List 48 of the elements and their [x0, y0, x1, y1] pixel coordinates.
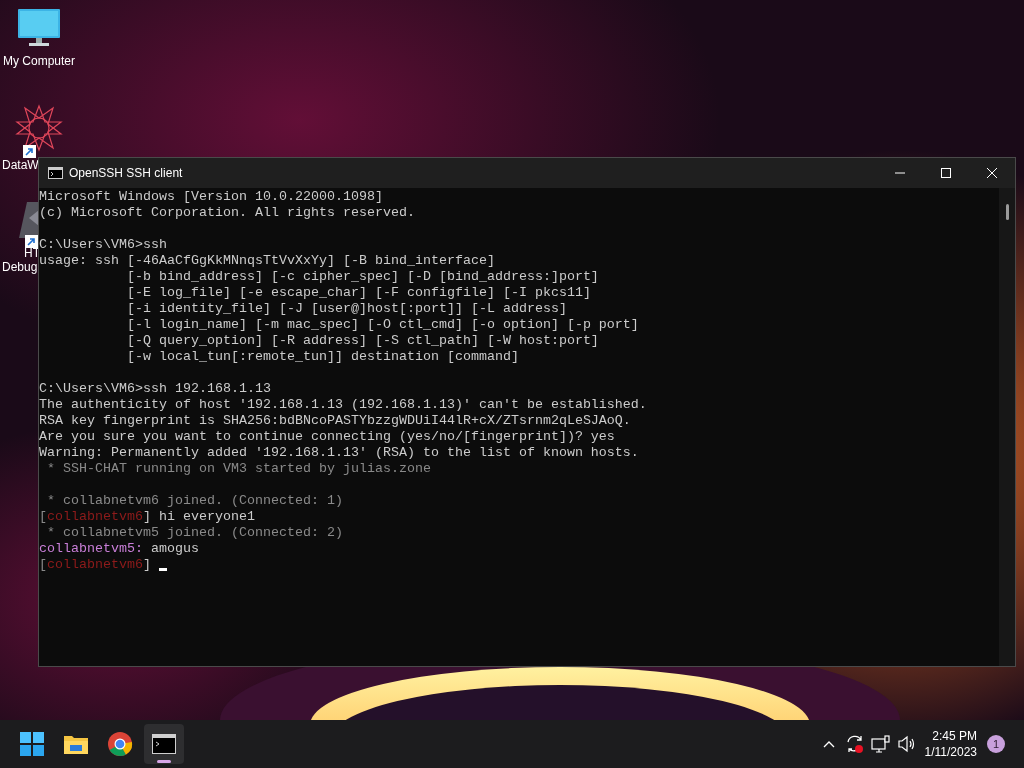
- icon-label[interactable]: Debug: [0, 260, 38, 274]
- notification-badge[interactable]: 1: [987, 735, 1005, 753]
- terminal-text: [-w local_tun[:remote_tun]] destination [command]: [125, 349, 519, 365]
- terminal-text: * SSH-CHAT running on VM3 started by julias.zone: [46, 461, 431, 477]
- terminal-text: [-E log_file] [-e escape_char] [-F configfile] [-I pkcs11]: [125, 285, 591, 301]
- starburst-icon: [15, 104, 63, 152]
- network-monitor-icon[interactable]: [870, 735, 891, 753]
- icon-label[interactable]: DataW: [0, 158, 39, 172]
- terminal-text: ]: [143, 557, 152, 573]
- terminal-text: collabnetvm5:: [39, 541, 143, 557]
- speaker-icon[interactable]: [896, 735, 917, 753]
- terminal-text: [-i identity_file] [-J [user@]host[:port]] [-L address]: [125, 301, 567, 317]
- terminal-text: [-b bind_address] [-c cipher_spec] [-D [bind_address:]port]: [125, 269, 599, 285]
- terminal-text: (c) Microsoft Corporation. All rights reserved.: [39, 205, 415, 221]
- clock-time[interactable]: 2:45 PM: [932, 728, 977, 744]
- terminal-icon: [48, 167, 63, 179]
- terminal-text: [: [39, 509, 47, 525]
- sync-icon[interactable]: [844, 734, 865, 754]
- terminal-text: C:\Users\VM6>ssh 192.168.1.13: [39, 381, 271, 397]
- terminal-text: collabnetvm6: [47, 557, 143, 573]
- terminal-text: amogus: [149, 541, 199, 557]
- maximize-icon: [941, 168, 951, 178]
- terminal-text: The authenticity of host '192.168.1.13 (192.168.1.13)' can't be established.: [39, 397, 647, 413]
- terminal-text: Are you sure you want to continue connecting (yes/no/[fingerprint])? yes: [39, 429, 615, 445]
- terminal-icon: [152, 734, 176, 754]
- terminal-text: C:\Users\VM6>ssh: [39, 237, 167, 253]
- browser-icon: [107, 731, 133, 757]
- terminal-text: collabnetvm6: [47, 509, 143, 525]
- terminal-text: ] hi everyone1: [143, 509, 255, 525]
- window-title: OpenSSH SSH client: [69, 165, 183, 182]
- terminal-text: Warning: Permanently added '192.168.1.13' (RSA) to the list of known hosts.: [39, 445, 639, 461]
- monitor-icon: [17, 8, 61, 48]
- scrollbar[interactable]: [999, 188, 1015, 666]
- taskbar-button[interactable]: [144, 724, 184, 764]
- terminal-text: * collabnetvm6 joined. (Connected: 1): [46, 493, 343, 509]
- terminal-text: usage: ssh [-46AaCfGgKkMNnqsTtVvXxYy] [-B bind_interface]: [39, 253, 495, 269]
- clock-date[interactable]: 1/11/2023: [924, 744, 977, 760]
- chevron-up-icon[interactable]: [822, 740, 835, 748]
- folder-icon: [63, 733, 89, 755]
- terminal-text: [: [39, 557, 47, 573]
- terminal-text: Microsoft Windows [Version 10.0.22000.1098]: [39, 189, 383, 205]
- terminal-text: * collabnetvm5 joined. (Connected: 2): [46, 525, 343, 541]
- start-icon: [20, 732, 44, 756]
- close-icon: [987, 168, 997, 178]
- terminal-text: [-l login_name] [-m mac_spec] [-O ctl_cmd] [-o option] [-p port]: [125, 317, 639, 333]
- terminal-text: [-Q query_option] [-R address] [-S ctl_path] [-W host:port]: [125, 333, 599, 349]
- terminal-text: RSA key fingerprint is SHA256:bdBNcoPASTYbzzgWDUiI44lR+cX/ZTsrnm2qLeSJAoQ.: [39, 413, 631, 429]
- icon-label[interactable]: My Computer: [3, 54, 75, 68]
